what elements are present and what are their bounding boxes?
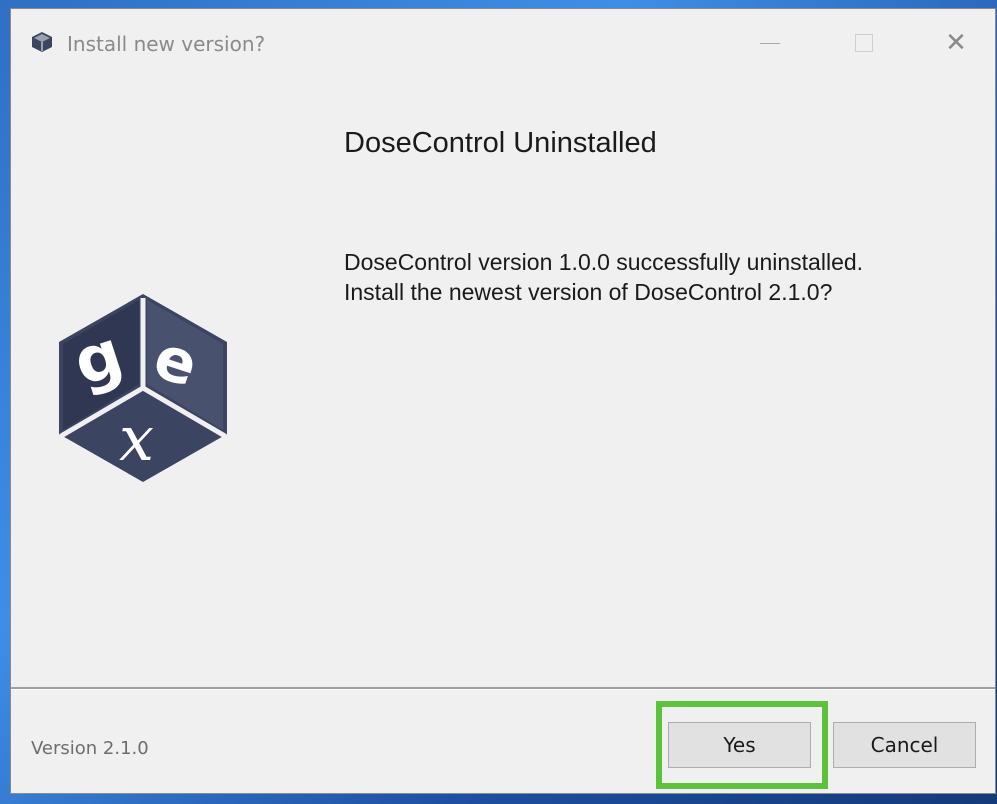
app-icon	[32, 32, 52, 52]
title-bar[interactable]: Install new version? ✕	[11, 9, 995, 81]
minimize-icon	[760, 42, 780, 44]
dialog-message: DoseControl version 1.0.0 successfully u…	[344, 247, 863, 307]
close-button[interactable]: ✕	[933, 23, 979, 63]
logo-letter-x: x	[119, 402, 154, 475]
dialog-heading: DoseControl Uninstalled	[344, 127, 657, 159]
gex-logo: g e x	[59, 294, 227, 482]
yes-button[interactable]: Yes	[668, 722, 811, 768]
maximize-button[interactable]	[841, 23, 887, 63]
minimize-button[interactable]	[747, 23, 793, 63]
cancel-button[interactable]: Cancel	[833, 722, 976, 768]
installer-dialog: Install new version? ✕ DoseControl Unins…	[10, 8, 996, 794]
window-title: Install new version?	[67, 32, 266, 56]
close-icon: ✕	[945, 28, 967, 58]
message-line-1: DoseControl version 1.0.0 successfully u…	[344, 249, 864, 275]
maximize-icon	[855, 34, 873, 52]
message-line-2: Install the newest version of DoseContro…	[344, 279, 833, 305]
version-label: Version 2.1.0	[31, 738, 149, 759]
